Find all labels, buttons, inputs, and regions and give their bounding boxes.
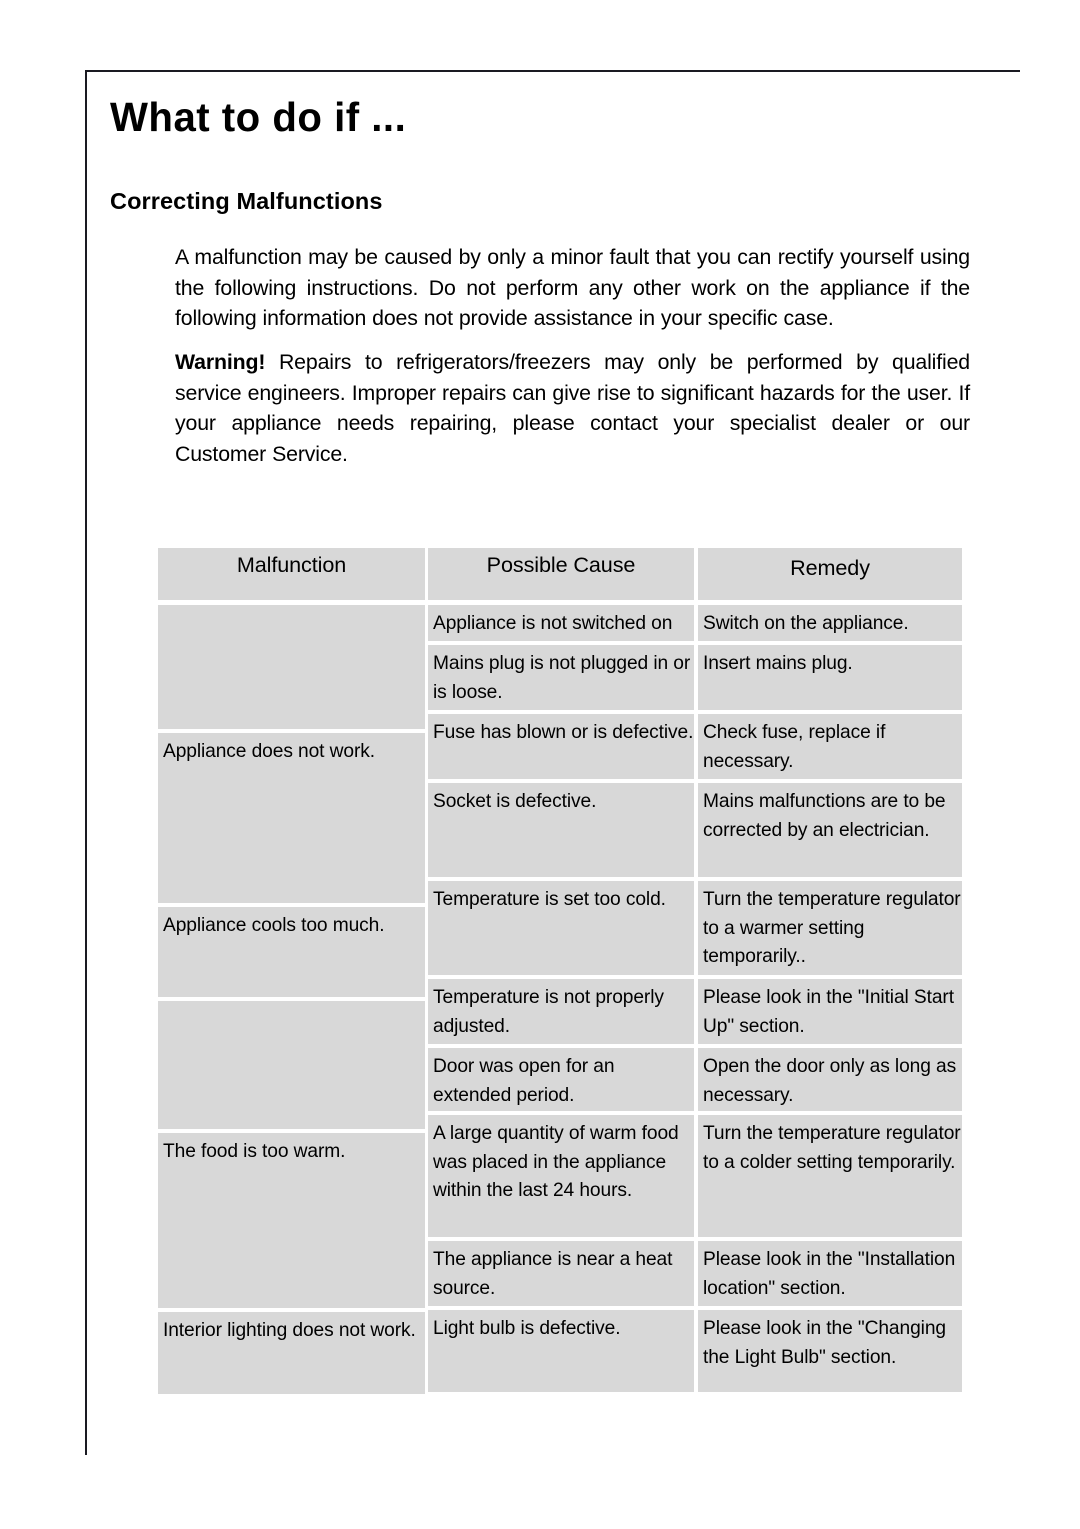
cause-cell: Light bulb is defective.: [428, 1310, 694, 1392]
cause-cell: Temperature is not properly adjusted.: [428, 979, 694, 1044]
page-top-rule: [85, 70, 1020, 72]
remedy-cell: Please look in the "Initial Start Up" se…: [698, 979, 962, 1044]
remedy-cell: Please look in the "Changing the Light B…: [698, 1310, 962, 1392]
warning-label: Warning!: [175, 350, 266, 375]
remedy-cell: Open the door only as long as necessary.: [698, 1048, 962, 1111]
cause-cell: Appliance is not switched on: [428, 605, 694, 641]
column-malfunction: Malfunction: [158, 548, 425, 605]
table-header-row: Malfunction Possible Cause Remedy: [158, 548, 962, 605]
remedy-cell: Turn the temperature regulator to a warm…: [698, 881, 962, 975]
malfunction-cell-stack: Appliance does not work. Appliance cools …: [158, 605, 425, 1398]
cause-cell: Temperature is set too cold.: [428, 881, 694, 975]
page-title: What to do if ...: [110, 94, 407, 140]
malfunction-cell: Appliance does not work.: [158, 733, 425, 903]
malfunction-cell: Appliance cools too much.: [158, 907, 425, 997]
malfunction-cell: The food is too warm.: [158, 1133, 425, 1308]
warning-text: Repairs to refrigerators/freezers may on…: [175, 350, 970, 466]
remedy-cell: Insert mains plug.: [698, 645, 962, 710]
intro-paragraph: A malfunction may be caused by only a mi…: [175, 245, 970, 331]
cause-cell: Door was open for an extended period.: [428, 1048, 694, 1111]
malfunction-table: Malfunction Possible Cause Remedy Applia…: [158, 548, 962, 1398]
warning-paragraph: Warning! Repairs to refrigerators/freeze…: [175, 347, 970, 469]
remedy-cell: Switch on the appliance.: [698, 605, 962, 641]
header-cell-malfunction: Malfunction: [158, 548, 425, 600]
header-cell-remedy: Remedy: [698, 548, 962, 600]
cause-cell: Fuse has blown or is defective.: [428, 714, 694, 779]
header-cell-cause: Possible Cause: [428, 548, 694, 600]
malfunction-cell: [158, 605, 425, 729]
cause-cell: Socket is defective.: [428, 783, 694, 877]
remedy-cell: Please look in the "Installation locatio…: [698, 1241, 962, 1306]
section-title: Correcting Malfunctions: [110, 188, 383, 215]
remedy-cell: Mains malfunctions are to be corrected b…: [698, 783, 962, 877]
page-left-rule: [85, 70, 87, 1455]
cause-cell-stack: Appliance is not switched on Mains plug i…: [428, 605, 694, 1398]
column-remedy: Remedy: [698, 548, 962, 605]
remedy-cell: Turn the temperature regulator to a cold…: [698, 1115, 962, 1237]
remedy-cell-stack: Switch on the appliance. Insert mains plu…: [698, 605, 962, 1398]
remedy-cell: Check fuse, replace if necessary.: [698, 714, 962, 779]
intro-block: A malfunction may be caused by only a mi…: [175, 242, 970, 469]
cause-cell: The appliance is near a heat source.: [428, 1241, 694, 1306]
table-body: Appliance does not work. Appliance cools …: [158, 605, 962, 1398]
cause-cell: A large quantity of warm food was placed…: [428, 1115, 694, 1237]
column-cause: Possible Cause: [428, 548, 694, 605]
malfunction-cell: Interior lighting does not work.: [158, 1312, 425, 1394]
malfunction-cell: [158, 1001, 425, 1129]
page-content: What to do if ... Correcting Malfunction…: [110, 94, 970, 469]
cause-cell: Mains plug is not plugged in or is loose…: [428, 645, 694, 710]
